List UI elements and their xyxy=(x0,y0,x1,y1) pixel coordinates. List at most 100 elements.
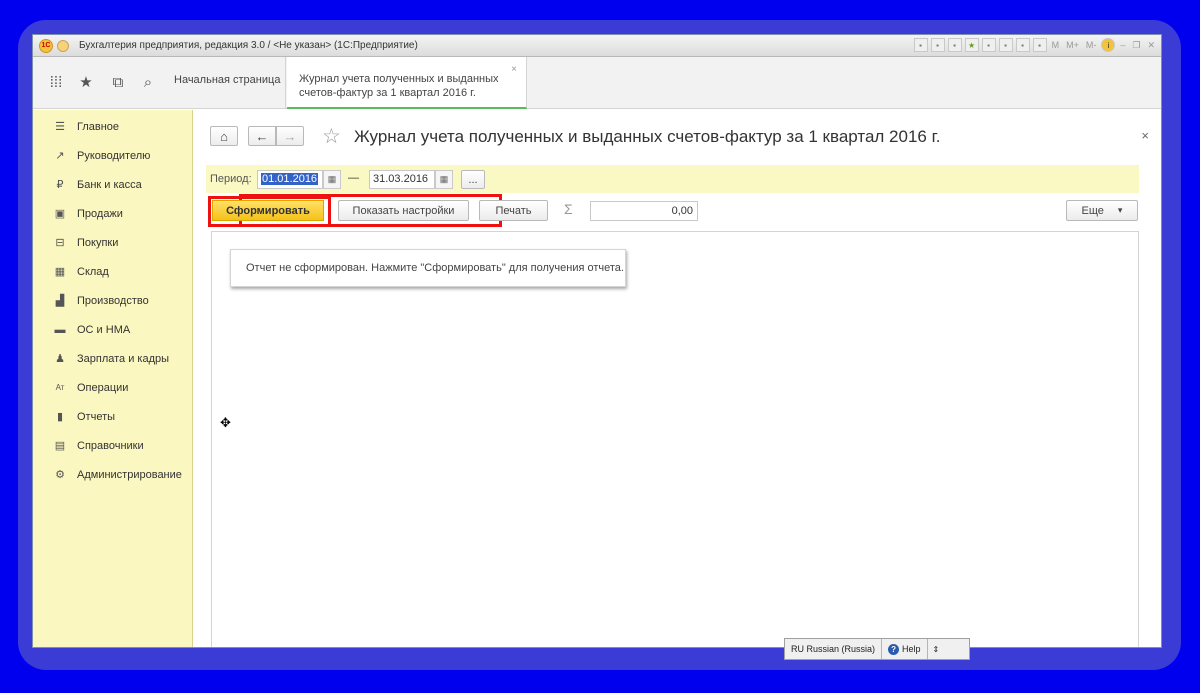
print-button[interactable]: Печать xyxy=(479,200,548,221)
sidebar-item-label: Производство xyxy=(77,294,149,307)
sidebar-item-label: Склад xyxy=(77,265,109,278)
title-tools: ▪ ▪ ▪ ★ ▪ ▪ ▪ ▪ M M+ M- i ‒ ❐ ✕ xyxy=(913,38,1157,52)
ellipsis-label: ... xyxy=(468,173,478,186)
date-to-field[interactable]: 31.03.2016 xyxy=(369,170,435,189)
history-icon[interactable]: ⧉ xyxy=(109,74,127,92)
table-icon[interactable]: ▪ xyxy=(1032,38,1047,52)
period-label: Период: xyxy=(210,173,252,185)
preview-icon[interactable]: ▪ xyxy=(947,38,962,52)
date-to-calendar-button[interactable]: ▦ xyxy=(435,170,453,189)
report-area[interactable]: Отчет не сформирован. Нажмите "Сформиров… xyxy=(211,231,1139,647)
bookmark-icon[interactable]: ▪ xyxy=(981,38,996,52)
calculator-icon[interactable]: ▪ xyxy=(998,38,1013,52)
app-menu-icon[interactable] xyxy=(57,39,69,52)
sidebar-item-administration[interactable]: ⚙ Администрирование xyxy=(33,460,193,489)
report-form: ⌂ ← → ☆ Журнал учета полученных и выданн… xyxy=(194,110,1161,647)
sidebar-item-label: ОС и НМА xyxy=(77,323,131,336)
app-window: 1С Бухгалтерия предприятия, редакция 3.0… xyxy=(32,34,1162,648)
forward-button[interactable]: → xyxy=(276,126,304,146)
sidebar-item-salary[interactable]: ♟ Зарплата и кадры xyxy=(33,344,193,373)
highlight-generate-box xyxy=(208,196,331,227)
page-title: Журнал учета полученных и выданных счето… xyxy=(354,127,941,146)
arrow-left-icon: ← xyxy=(255,128,269,144)
home-button[interactable]: ⌂ xyxy=(210,126,238,146)
language-indicator[interactable]: RU Russian (Russia) xyxy=(785,639,883,659)
search-icon[interactable]: ⌕ xyxy=(139,74,157,92)
sidebar-item-label: Администрирование xyxy=(77,468,182,481)
expand-arrows-icon[interactable]: ⇕ xyxy=(928,645,945,654)
sidebar-item-operations[interactable]: Ат Операции xyxy=(33,373,193,402)
close-window-button[interactable]: ✕ xyxy=(1145,38,1157,52)
sum-field: 0,00 xyxy=(590,201,698,221)
app-logo-icon: 1С xyxy=(39,38,53,53)
sidebar-item-label: Покупки xyxy=(77,236,119,249)
sidebar-item-label: Операции xyxy=(77,381,129,394)
operations-icon: Ат xyxy=(55,383,65,392)
sidebar-item-assets[interactable]: ▬ ОС и НМА xyxy=(33,315,193,344)
apps-grid-icon[interactable]: ⁞⁞⁞ xyxy=(47,74,65,92)
trend-icon: ↗ xyxy=(55,150,65,162)
sidebar-item-sales[interactable]: ▣ Продажи xyxy=(33,199,193,228)
star-icon[interactable]: ★ xyxy=(964,38,979,52)
tab-active-label-line1: Журнал учета полученных и выданных xyxy=(299,73,499,85)
help-button[interactable]: ? Help xyxy=(882,639,928,659)
more-button[interactable]: Еще ▾ xyxy=(1066,200,1138,221)
favorites-star-icon[interactable]: ★ xyxy=(77,74,95,92)
period-dash: — xyxy=(348,172,359,184)
close-form-icon[interactable]: × xyxy=(1141,128,1149,143)
print-label: Печать xyxy=(495,204,532,217)
info-icon[interactable]: i xyxy=(1101,38,1116,52)
date-from-field[interactable]: 01.01.2016 xyxy=(257,170,323,189)
memory-minus-button[interactable]: M- xyxy=(1084,38,1099,52)
calendar-icon[interactable]: ▪ xyxy=(1015,38,1030,52)
menu-icon: ☰ xyxy=(55,121,65,133)
tab-close-icon[interactable]: × xyxy=(511,63,517,77)
sidebar-item-label: Продажи xyxy=(77,207,123,220)
print-icon[interactable]: ▪ xyxy=(930,38,945,52)
move-cursor-icon: ✥ xyxy=(220,415,231,430)
arrow-right-icon: → xyxy=(283,128,297,144)
person-icon: ♟ xyxy=(55,353,65,365)
report-message-text: Отчет не сформирован. Нажмите "Сформиров… xyxy=(246,262,624,274)
restore-button[interactable]: ❐ xyxy=(1130,38,1142,52)
sidebar-item-director[interactable]: ↗ Руководителю xyxy=(33,141,193,170)
sidebar-item-directories[interactable]: ▤ Справочники xyxy=(33,431,193,460)
date-to-value: 31.03.2016 xyxy=(373,173,429,185)
date-from-calendar-button[interactable]: ▦ xyxy=(323,170,341,189)
truck-icon: ▬ xyxy=(54,323,66,336)
factory-icon: ▟ xyxy=(55,295,65,307)
period-select-button[interactable]: ... xyxy=(461,170,485,189)
home-icon: ⌂ xyxy=(220,128,228,144)
sidebar-item-reports[interactable]: ▮ Отчеты xyxy=(33,402,193,431)
warehouse-icon: ▦ xyxy=(54,266,66,278)
tab-home-label: Начальная страница xyxy=(174,74,281,86)
sidebar-item-warehouse[interactable]: ▦ Склад xyxy=(33,257,193,286)
favorite-star-icon[interactable]: ☆ xyxy=(322,124,341,149)
os-status-bar: RU Russian (Russia) ? Help ⇕ xyxy=(784,638,970,660)
date-from-value: 01.01.2016 xyxy=(261,173,319,185)
back-button[interactable]: ← xyxy=(248,126,276,146)
sidebar-item-label: Руководителю xyxy=(77,149,151,162)
sidebar-item-label: Банк и касса xyxy=(77,178,142,191)
report-not-generated-message: Отчет не сформирован. Нажмите "Сформиров… xyxy=(230,249,626,287)
ruble-icon: ₽ xyxy=(56,179,64,191)
memory-m-button[interactable]: M xyxy=(1050,38,1062,52)
bar-chart-icon: ▮ xyxy=(56,411,64,423)
section-toolbar: ⁞⁞⁞ ★ ⧉ ⌕ Начальная страница Журнал учет… xyxy=(33,57,1161,109)
help-label: Help xyxy=(902,644,921,654)
sales-icon: ▣ xyxy=(54,208,66,220)
show-settings-button[interactable]: Показать настройки xyxy=(338,200,469,221)
sidebar-item-bank[interactable]: ₽ Банк и касса xyxy=(33,170,193,199)
sidebar-item-purchases[interactable]: ⊟ Покупки xyxy=(33,228,193,257)
memory-plus-button[interactable]: M+ xyxy=(1064,38,1081,52)
tab-invoice-journal[interactable]: Журнал учета полученных и выданных счето… xyxy=(287,57,527,109)
chevron-down-icon: ▾ xyxy=(1117,205,1123,215)
window-title: Бухгалтерия предприятия, редакция 3.0 / … xyxy=(79,40,418,51)
minimize-button[interactable]: ‒ xyxy=(1118,38,1127,52)
cart-icon: ⊟ xyxy=(55,237,65,249)
sidebar-item-main[interactable]: ☰ Главное xyxy=(33,112,193,141)
tab-home-page[interactable]: Начальная страница xyxy=(163,57,286,109)
show-settings-label: Показать настройки xyxy=(352,204,455,217)
sidebar-item-production[interactable]: ▟ Производство xyxy=(33,286,193,315)
save-icon[interactable]: ▪ xyxy=(913,38,928,52)
